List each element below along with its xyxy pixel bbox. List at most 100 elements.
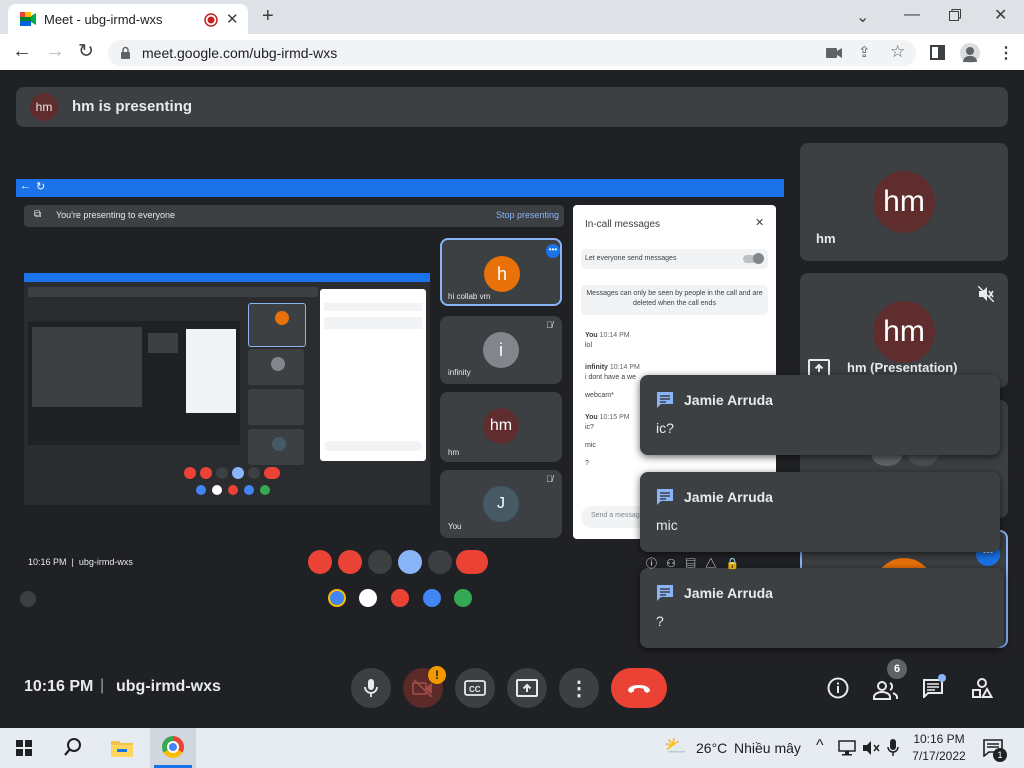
present-now-button[interactable]: [507, 668, 547, 708]
leave-call-button[interactable]: [611, 668, 667, 708]
microphone-button[interactable]: [351, 668, 391, 708]
msg-sender: You: [585, 332, 598, 339]
chat-bubble-icon: [657, 392, 673, 408]
clock-time[interactable]: 10:16 PM: [913, 732, 965, 746]
url-text: meet.google.com/ubg-irmd-wxs: [142, 45, 338, 61]
shared-present-notice: ⧉ You're presenting to everyone Stop pre…: [24, 205, 564, 227]
camera-button[interactable]: !: [403, 666, 446, 708]
volume-mute-icon[interactable]: [862, 740, 880, 756]
chrome-menu-icon[interactable]: ⋮: [998, 43, 1014, 63]
bookmark-star-icon[interactable]: ☆: [890, 42, 905, 62]
weather-icon[interactable]: ⛅: [664, 736, 686, 757]
shared-chrome-icon: [328, 589, 346, 607]
captions-icon: CC: [464, 680, 486, 696]
shared-present-icon: ⧉: [34, 209, 42, 220]
restore-icon[interactable]: [949, 9, 961, 21]
participant-tile-hm[interactable]: hm hm: [800, 143, 1008, 261]
tab-search-icon[interactable]: ⌄: [856, 7, 869, 27]
shared-tile-1: h hi collab vm •••: [440, 238, 562, 306]
shared-meet-icon: [454, 589, 472, 607]
microphone-in-use-icon[interactable]: [887, 738, 899, 758]
shared-mic-off-icon: 🎙̸: [546, 320, 553, 330]
tab-title: Meet - ubg-irmd-wxs: [44, 12, 163, 27]
participants-button[interactable]: [873, 677, 899, 701]
shared-tile-name: You: [448, 522, 462, 531]
shared-youtube-icon: [391, 589, 409, 607]
chat-toast[interactable]: Jamie Arruda ?: [640, 568, 1004, 648]
shared-tile-3: hm hm: [440, 392, 562, 462]
notification-count-badge: 1: [993, 748, 1007, 762]
browser-tab[interactable]: Meet - ubg-irmd-wxs ✕: [8, 4, 248, 34]
captions-button[interactable]: CC: [455, 668, 495, 708]
shared-tile-avatar: h: [484, 256, 520, 292]
participant-tile-presentation[interactable]: hm hm (Presentation): [800, 273, 1008, 388]
shared-tile-2: i infinity 🎙̸: [440, 316, 562, 384]
presenting-text: hm is presenting: [72, 98, 193, 115]
toast-message: mic: [656, 517, 678, 533]
shared-chat-toggle-row: Let everyone send messages: [581, 249, 768, 269]
forward-icon[interactable]: →: [45, 40, 65, 63]
shared-mic-off-icon: 🎙̸: [546, 474, 553, 484]
people-icon: [873, 681, 898, 700]
chat-button[interactable]: [922, 674, 946, 700]
presenting-banner: hm hm is presenting: [16, 87, 1008, 127]
volume-off-icon: [978, 286, 994, 302]
tab-close-icon[interactable]: ✕: [226, 10, 239, 28]
reload-icon[interactable]: ↻: [78, 40, 94, 63]
clock-date[interactable]: 7/17/2022: [910, 749, 968, 763]
microphone-icon: [364, 679, 378, 697]
participant-name: hm: [816, 231, 836, 246]
shared-chat-title: In-call messages: [585, 219, 661, 230]
share-icon[interactable]: ⇪: [858, 43, 871, 61]
toast-sender: Jamie Arruda: [684, 392, 773, 408]
shared-gmail-icon: [359, 589, 377, 607]
shared-stop-presenting: Stop presenting: [496, 210, 560, 220]
info-separator: |: [100, 677, 105, 694]
shared-chat-toggle-label: Let everyone send messages: [585, 255, 677, 262]
shared-end-button: [456, 550, 488, 574]
minimize-icon[interactable]: —: [904, 6, 920, 24]
participant-avatar: hm: [873, 171, 935, 233]
toast-sender: Jamie Arruda: [684, 585, 773, 601]
network-icon[interactable]: [838, 740, 856, 756]
chat-toast[interactable]: Jamie Arruda mic: [640, 472, 1000, 552]
shared-more-icon: •••: [546, 244, 560, 258]
activities-icon[interactable]: [971, 677, 993, 699]
meeting-details-icon[interactable]: [827, 677, 849, 699]
windows-taskbar: ⛅ 26°C Nhiều mây ^ 10:16 PM 7/17/2022 1: [0, 728, 1024, 768]
shared-chat-placeholder: Send a message: [591, 512, 644, 519]
profile-avatar-icon[interactable]: [960, 43, 980, 63]
toast-message: ic?: [656, 420, 674, 436]
chat-unread-dot: [938, 674, 946, 682]
more-vert-icon: ⋮: [569, 677, 589, 700]
shared-tile-4: J You 🎙̸: [440, 470, 562, 538]
chrome-taskbar-button[interactable]: [150, 728, 196, 768]
participant-name: hm (Presentation): [847, 360, 958, 375]
meeting-time: 10:16 PM: [24, 678, 94, 695]
windows-start-icon[interactable]: [16, 740, 32, 756]
chrome-icon: [162, 736, 184, 758]
back-icon[interactable]: ←: [12, 40, 32, 63]
shared-chat-close-icon: ✕: [755, 217, 765, 229]
new-tab-icon[interactable]: +: [262, 5, 274, 28]
shared-tile-avatar: hm: [483, 408, 519, 444]
weather-temp[interactable]: 26°C: [696, 740, 727, 756]
shared-present-text: You're presenting to everyone: [56, 210, 175, 220]
window-close-icon[interactable]: ✕: [994, 5, 1007, 25]
msg-text: ?: [585, 460, 589, 467]
shared-tile-name: infinity: [448, 368, 471, 377]
msg-time: 10:14 PM: [599, 332, 630, 339]
camera-in-use-icon[interactable]: [826, 47, 842, 59]
shared-launcher-icon: [20, 591, 36, 607]
tray-chevron-icon[interactable]: ^: [816, 737, 824, 755]
chat-toast[interactable]: Jamie Arruda ic?: [640, 375, 1000, 455]
shared-present-button: [398, 550, 422, 574]
shared-chat-notice: Messages can only be seen by people in t…: [581, 285, 768, 315]
svg-text:CC: CC: [469, 685, 481, 694]
search-icon[interactable]: [64, 738, 82, 756]
file-explorer-icon[interactable]: [110, 738, 134, 758]
more-options-button[interactable]: ⋮: [559, 668, 599, 708]
side-panel-icon[interactable]: [930, 45, 945, 60]
msg-text: mic: [585, 442, 596, 449]
weather-description[interactable]: Nhiều mây: [734, 740, 801, 756]
